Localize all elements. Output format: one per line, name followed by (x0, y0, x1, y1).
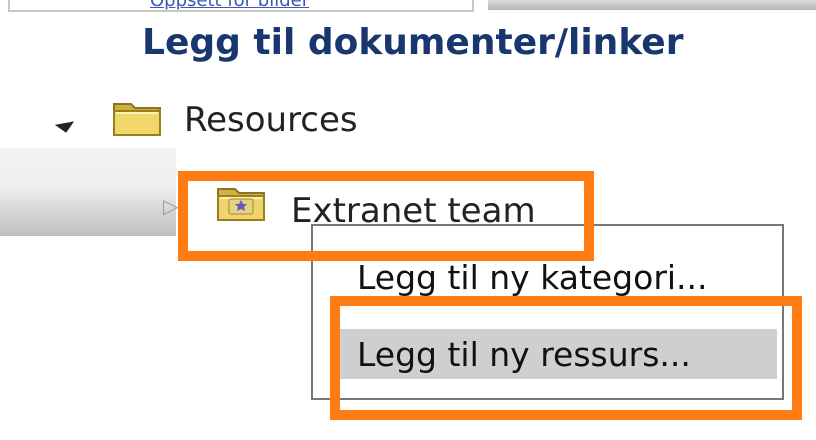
tree-item-resources[interactable]: Resources (184, 100, 358, 140)
team-folder-icon (217, 188, 265, 221)
page-title: Legg til dokumenter/linker (142, 22, 684, 63)
collapse-arrow-icon[interactable]: ▷ (163, 194, 178, 218)
menu-item-add-category[interactable]: Legg til ny kategori... (337, 252, 767, 302)
expand-arrow-icon[interactable]: ◢ (53, 110, 76, 135)
folder-icon (113, 103, 161, 136)
menu-item-add-resource[interactable]: Legg til ny ressurs... (337, 329, 777, 379)
top-link[interactable]: Oppsett for bilder (150, 0, 309, 11)
top-cropped-strip: Oppsett for bilder (0, 0, 816, 14)
context-menu: Legg til ny kategori... Legg til ny ress… (311, 224, 784, 400)
top-gray-tab (488, 0, 816, 10)
background-panel-shadow (0, 148, 176, 236)
